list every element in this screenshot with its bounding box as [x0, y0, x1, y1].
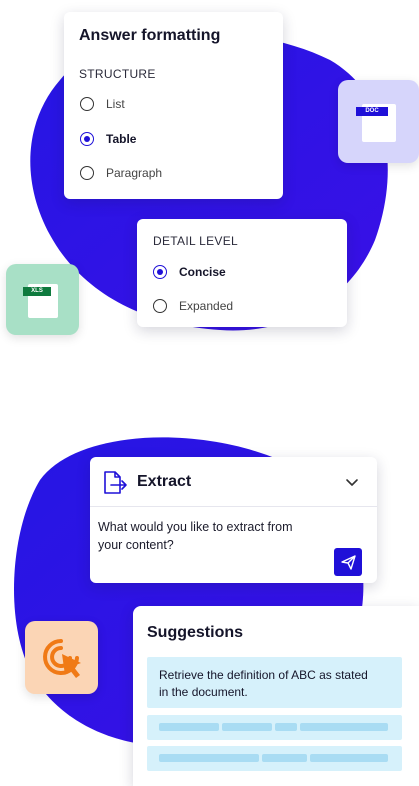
suggestion-text: in the document.: [159, 685, 248, 699]
chevron-down-icon[interactable]: [345, 478, 359, 488]
placeholder-bar: [300, 723, 388, 731]
answer-formatting-title: Answer formatting: [79, 27, 221, 44]
extract-prompt-input[interactable]: What would you like to extract from your…: [98, 518, 328, 554]
send-button[interactable]: [334, 548, 362, 576]
suggestion-item-placeholder[interactable]: [147, 746, 402, 771]
structure-option-paragraph[interactable]: Paragraph: [80, 166, 162, 180]
detail-option-concise[interactable]: Concise: [153, 265, 226, 279]
option-label: Expanded: [179, 299, 234, 313]
detail-level-card: DETAIL LEVEL Concise Expanded: [137, 219, 347, 327]
placeholder-bar: [275, 723, 297, 731]
placeholder-bar: [310, 754, 388, 762]
placeholder-bar: [222, 723, 272, 731]
suggestions-title: Suggestions: [147, 624, 244, 641]
send-icon: [341, 555, 356, 570]
xls-file-tile: XLS: [6, 264, 79, 335]
suggestions-card: Suggestions Retrieve the definition of A…: [133, 606, 419, 786]
extract-card: Extract What would you like to extract f…: [90, 457, 377, 583]
structure-option-list[interactable]: List: [80, 97, 125, 111]
structure-label: STRUCTURE: [79, 67, 156, 81]
doc-file-tile: DOC: [338, 80, 419, 163]
extract-title: Extract: [137, 473, 192, 490]
answer-formatting-card: Answer formatting STRUCTURE List Table P…: [64, 12, 283, 199]
suggestion-item[interactable]: Retrieve the definition of ABC as stated…: [147, 657, 402, 708]
suggestion-item-placeholder[interactable]: [147, 715, 402, 740]
detail-option-expanded[interactable]: Expanded: [153, 299, 233, 313]
click-action-tile: [25, 621, 98, 694]
prompt-line: your content?: [98, 538, 174, 552]
prompt-line: What would you like to extract from: [98, 520, 293, 534]
placeholder-bar: [159, 754, 259, 762]
xls-file-tag: XLS: [23, 287, 51, 296]
option-label: List: [106, 97, 125, 111]
option-label: Concise: [179, 265, 226, 279]
document-export-icon: [104, 471, 127, 494]
doc-file-tag: DOC: [356, 107, 388, 116]
radio-button[interactable]: [80, 97, 94, 111]
click-target-icon: [43, 639, 81, 678]
placeholder-bar: [262, 754, 307, 762]
suggestion-text: Retrieve the definition of ABC as stated: [159, 668, 368, 682]
detail-level-label: DETAIL LEVEL: [153, 234, 238, 248]
structure-option-table[interactable]: Table: [80, 132, 136, 146]
option-label: Table: [106, 132, 137, 146]
placeholder-bar: [159, 723, 219, 731]
extract-divider: [90, 506, 377, 507]
radio-button-selected[interactable]: [153, 265, 167, 279]
radio-button-selected[interactable]: [80, 132, 94, 146]
radio-button[interactable]: [153, 299, 167, 313]
option-label: Paragraph: [106, 166, 163, 180]
radio-button[interactable]: [80, 166, 94, 180]
